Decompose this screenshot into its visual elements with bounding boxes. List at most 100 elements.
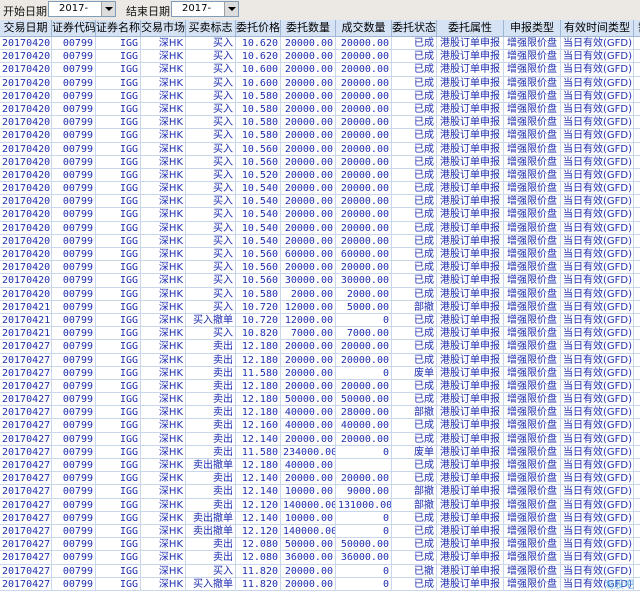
column-header-security-name[interactable]: 证券名称: [96, 20, 141, 36]
table-row[interactable]: 20170427 00799 IGG 深HK 卖出 12.160 40000.00 40000…: [0, 419, 640, 433]
column-header-validity-type[interactable]: 有效时间类型: [561, 20, 634, 36]
cell-order-qty: 20000.00: [281, 353, 336, 367]
cell-status: 已成: [392, 459, 437, 472]
table-row[interactable]: 20170420 00799 IGG 深HK 买入 10.540 20000.00 20000…: [0, 182, 640, 196]
cell-price: 10.600: [236, 76, 281, 90]
table-row[interactable]: 20170420 00799 IGG 深HK 买入 10.580 20000.00 20000…: [0, 116, 640, 130]
table-row[interactable]: 20170420 00799 IGG 深HK 买入 10.620 20000.00 20000…: [0, 37, 640, 51]
table-row[interactable]: 20170427 00799 IGG 深HK 买入 11.820 20000.00 0 已撤 港股…: [0, 564, 640, 578]
table-row[interactable]: 20170420 00799 IGG 深HK 买入 10.520 20000.00 20000…: [0, 168, 640, 183]
cell-security-name: IGG: [96, 511, 141, 525]
table-row[interactable]: 20170420 00799 IGG 深HK 买入 10.580 20000.00 20000…: [0, 89, 640, 103]
cell-status: 已成: [392, 129, 437, 143]
table-row[interactable]: 20170421 00799 IGG 深HK 买入撤单 10.720 12000.00 0 已成…: [0, 313, 640, 328]
date-filter-toolbar: 开始日期: 2017- 结束日期: 2017-: [0, 0, 640, 21]
cell-security-name: IGG: [96, 445, 141, 459]
column-header-order-attr[interactable]: 委托属性: [437, 20, 504, 36]
table-row[interactable]: 20170427 00799 IGG 深HK 卖出 12.180 20000.00 20000…: [0, 353, 640, 367]
table-row[interactable]: 20170420 00799 IGG 深HK 买入 10.540 20000.00 20000…: [0, 208, 640, 222]
cell-side: 卖出: [186, 419, 236, 433]
column-header-order-qty[interactable]: 委托数量: [281, 20, 336, 36]
table-row[interactable]: 20170427 00799 IGG 深HK 买入撤单 11.820 20000.00 0 已成…: [0, 577, 640, 591]
table-row[interactable]: 20170427 00799 IGG 深HK 卖出 12.120 140000.00 1310…: [0, 498, 640, 512]
cell-validity-type: 当日有效(GFD): [563, 37, 634, 50]
cell-security-name: IGG: [96, 274, 141, 288]
table-row[interactable]: 20170420 00799 IGG 深HK 买入 10.560 60000.00 60000…: [0, 248, 640, 262]
chevron-down-icon[interactable]: [101, 2, 115, 16]
column-header-market[interactable]: 交易市场: [141, 20, 186, 36]
table-row[interactable]: 20170427 00799 IGG 深HK 卖出 12.080 36000.00 36000…: [0, 551, 640, 565]
cell-declare-type: 增强限价盘: [504, 208, 561, 222]
column-header-extra[interactable]: 需: [634, 20, 640, 36]
cell-security-code: 00799: [52, 37, 96, 50]
cell-trade-date: 20170427: [2, 379, 52, 393]
table-row[interactable]: 20170420 00799 IGG 深HK 买入 10.600 20000.00 20000…: [0, 76, 640, 90]
table-row[interactable]: 20170427 00799 IGG 深HK 卖出撤单 12.140 10000.00 0 已成…: [0, 511, 640, 525]
table-row[interactable]: 20170420 00799 IGG 深HK 买入 10.600 20000.00 20000…: [0, 63, 640, 77]
cell-declare-type: 增强限价盘: [504, 393, 561, 407]
table-row[interactable]: 20170427 00799 IGG 深HK 卖出 12.140 20000.00 20000…: [0, 472, 640, 486]
column-header-declare-type[interactable]: 申报类型: [504, 20, 561, 36]
table-row[interactable]: 20170427 00799 IGG 深HK 卖出 11.580 20000.00 0 废单 港股…: [0, 366, 640, 380]
cell-security-name: IGG: [96, 459, 141, 472]
cell-security-code: 00799: [52, 379, 96, 393]
cell-order-qty: 36000.00: [281, 551, 336, 565]
chevron-down-icon[interactable]: [224, 2, 238, 16]
cell-price: 12.140: [236, 485, 281, 499]
table-row[interactable]: 20170427 00799 IGG 深HK 卖出 11.580 234000.00 0 废单港…: [0, 445, 640, 459]
cell-side: 买入: [186, 274, 236, 288]
table-row[interactable]: 20170421 00799 IGG 深HK 买入 10.720 12000.00 5000.…: [0, 300, 640, 314]
table-row[interactable]: 20170427 00799 IGG 深HK 卖出 12.180 20000.00 20000…: [0, 379, 640, 394]
cell-filled-qty: 20000.00: [336, 102, 392, 116]
cell-declare-type: 增强限价盘: [504, 511, 561, 525]
table-row[interactable]: 20170420 00799 IGG 深HK 买入 10.560 20000.00 20000…: [0, 155, 640, 169]
cell-side: 买入: [186, 168, 236, 182]
table-row[interactable]: 20170427 00799 IGG 深HK 卖出 12.140 20000.00 20000…: [0, 432, 640, 446]
table-row[interactable]: 20170420 00799 IGG 深HK 买入 10.580 2000.00 2000.0…: [0, 287, 640, 301]
table-row[interactable]: 20170427 00799 IGG 深HK 卖出 12.180 50000.00 50000…: [0, 393, 640, 407]
cell-declare-type: 增强限价盘: [504, 551, 561, 565]
start-date-select[interactable]: 2017-: [48, 1, 116, 17]
cell-validity-type: 当日有效(GFD): [563, 116, 634, 130]
column-header-security-code[interactable]: 证券代码: [52, 20, 96, 36]
table-row[interactable]: 20170427 00799 IGG 深HK 卖出撤单 12.120 140000.00 0 已…: [0, 524, 640, 539]
table-row[interactable]: 20170427 00799 IGG 深HK 卖出 12.180 20000.00 20000…: [0, 340, 640, 354]
table-row[interactable]: 20170420 00799 IGG 深HK 买入 10.540 20000.00 20000…: [0, 221, 640, 235]
table-row[interactable]: 20170420 00799 IGG 深HK 买入 10.580 20000.00 20000…: [0, 129, 640, 143]
table-row[interactable]: 20170420 00799 IGG 深HK 买入 10.540 20000.00 20000…: [0, 234, 640, 248]
column-header-status[interactable]: 委托状态: [392, 20, 437, 36]
cell-security-name: IGG: [96, 564, 141, 578]
table-row[interactable]: 20170421 00799 IGG 深HK 买入 10.820 7000.00 7000.0…: [0, 327, 640, 341]
cell-security-code: 00799: [52, 142, 96, 156]
cell-side: 卖出撤单: [186, 511, 236, 525]
table-header: 交易日期 证券代码 证券名称 交易市场 买卖标志 委托价格 委托数量 成交数量 委托状态 委托属性…: [0, 20, 640, 37]
cell-order-qty: 20000.00: [281, 208, 336, 222]
table-row[interactable]: 20170420 00799 IGG 深HK 买入 10.560 30000.00 30000…: [0, 274, 640, 288]
cell-price: 12.180: [236, 406, 281, 420]
cell-status: 已成: [392, 142, 437, 156]
end-date-select[interactable]: 2017-: [171, 1, 239, 17]
table-row[interactable]: 20170427 00799 IGG 深HK 卖出 12.080 50000.00 50000…: [0, 538, 640, 552]
table-row[interactable]: 20170420 00799 IGG 深HK 买入 10.620 20000.00 20000…: [0, 50, 640, 64]
cell-trade-date: 20170427: [2, 393, 52, 407]
cell-price: 10.540: [236, 195, 281, 209]
table-row[interactable]: 20170420 00799 IGG 深HK 买入 10.560 20000.00 20000…: [0, 142, 640, 156]
table-row[interactable]: 20170420 00799 IGG 深HK 买入 10.540 20000.00 20000…: [0, 195, 640, 209]
column-header-price[interactable]: 委托价格: [236, 20, 281, 36]
cell-filled-qty: 20000.00: [336, 50, 392, 64]
table-row[interactable]: 20170420 00799 IGG 深HK 买入 10.560 20000.00 20000…: [0, 261, 640, 275]
column-header-filled-qty[interactable]: 成交数量: [336, 20, 392, 36]
table-row[interactable]: 20170420 00799 IGG 深HK 买入 10.580 20000.00 20000…: [0, 102, 640, 117]
table-row[interactable]: 20170427 00799 IGG 深HK 卖出 12.180 40000.00 28000…: [0, 406, 640, 420]
cell-order-qty: 234000.00: [283, 445, 336, 459]
cell-security-code: 00799: [52, 366, 96, 380]
table-row[interactable]: 20170427 00799 IGG 深HK 卖出撤单 12.180 40000.00 已成港…: [0, 459, 640, 473]
cell-security-code: 00799: [52, 248, 96, 261]
column-header-trade-date[interactable]: 交易日期: [0, 20, 52, 36]
table-row[interactable]: 20170427 00799 IGG 深HK 卖出 12.140 10000.00 9000.…: [0, 485, 640, 499]
column-header-side[interactable]: 买卖标志: [186, 20, 236, 36]
cell-order-qty: 2000.00: [281, 287, 336, 301]
cell-market: 深HK: [141, 313, 186, 327]
cell-order-attr: 港股订单申报: [437, 564, 504, 578]
cell-filled-qty: 20000.00: [336, 432, 392, 446]
